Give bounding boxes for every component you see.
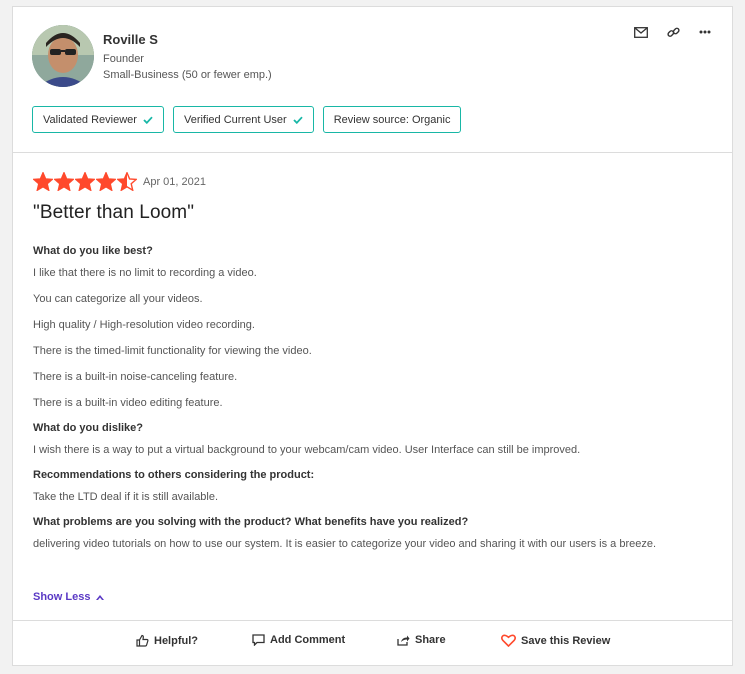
link-icon[interactable]: [666, 25, 680, 39]
section-question: Recommendations to others considering th…: [33, 469, 315, 481]
helpful-label: Helpful?: [154, 634, 198, 647]
chevron-up-icon: [96, 595, 105, 600]
thumbs-up-icon: [136, 634, 149, 647]
reviewer-header: Roville S Founder Small-Business (50 or …: [13, 7, 732, 153]
check-icon: [143, 116, 153, 124]
rating-row: Apr 01, 2021: [33, 172, 206, 191]
more-options-icon[interactable]: [698, 25, 712, 39]
review-card: Roville S Founder Small-Business (50 or …: [12, 6, 733, 666]
helpful-button[interactable]: Helpful?: [136, 634, 198, 647]
review-section: Recommendations to others considering th…: [33, 469, 713, 504]
reviewer-segment: Small-Business (50 or fewer emp.): [103, 69, 272, 81]
add-comment-label: Add Comment: [270, 634, 346, 646]
section-answer: delivering video tutorials on how to use…: [33, 538, 657, 550]
heart-icon: [501, 634, 516, 647]
badge-label: Review source: Organic: [333, 113, 451, 126]
section-answer: I wish there is a way to put a virtual b…: [33, 444, 581, 456]
avatar-image: [32, 25, 94, 87]
star-full-icon: [54, 172, 74, 191]
section-answer: High quality / High-resolution video rec…: [33, 319, 255, 331]
review-section: What problems are you solving with the p…: [33, 516, 713, 551]
review-content: What do you like best? I like that there …: [33, 245, 713, 563]
review-section: What do you like best? I like that there …: [33, 245, 713, 410]
review-date: Apr 01, 2021: [143, 175, 206, 188]
section-answer: There is a built-in video editing featur…: [33, 397, 223, 409]
section-question: What do you like best?: [33, 245, 153, 257]
save-review-label: Save this Review: [521, 634, 611, 647]
check-icon: [293, 116, 303, 124]
star-full-icon: [75, 172, 95, 191]
section-answer: You can categorize all your videos.: [33, 293, 203, 305]
section-answer: I like that there is no limit to recordi…: [33, 267, 257, 279]
badge-2: Review source: Organic: [322, 106, 462, 133]
email-icon[interactable]: [634, 25, 648, 39]
star-rating: [33, 172, 137, 191]
section-answer: Take the LTD deal if it is still availab…: [33, 491, 219, 503]
reviewer-role: Founder: [103, 53, 144, 65]
star-full-icon: [33, 172, 53, 191]
badge-label: Validated Reviewer: [43, 113, 137, 126]
section-question: What do you dislike?: [33, 422, 144, 434]
review-section: What do you dislike? I wish there is a wa…: [33, 422, 713, 457]
save-review-button[interactable]: Save this Review: [501, 634, 610, 647]
share-label: Share: [415, 634, 446, 646]
review-actions: Helpful? Add Comment Share Save this Rev…: [13, 620, 732, 665]
review-title: "Better than Loom": [33, 202, 195, 223]
add-comment-button[interactable]: Add Comment: [252, 634, 345, 646]
badge-list: Validated Reviewer Verified Current User R…: [32, 106, 462, 133]
section-answer: There is the timed-limit functionality f…: [33, 345, 312, 357]
star-half-icon: [117, 172, 137, 191]
badge-0: Validated Reviewer: [32, 106, 164, 133]
share-button[interactable]: Share: [397, 634, 446, 646]
show-less-label: Show Less: [33, 591, 91, 603]
badge-label: Verified Current User: [183, 113, 287, 126]
section-question: What problems are you solving with the p…: [33, 516, 469, 528]
show-less-link[interactable]: Show Less: [33, 591, 105, 603]
share-icon: [397, 635, 410, 646]
reviewer-name: Roville S: [103, 32, 158, 47]
badge-1: Verified Current User: [172, 106, 314, 133]
comment-icon: [252, 634, 265, 646]
section-answer: There is a built-in noise-canceling feat…: [33, 371, 238, 383]
avatar[interactable]: [32, 25, 94, 87]
star-full-icon: [96, 172, 116, 191]
